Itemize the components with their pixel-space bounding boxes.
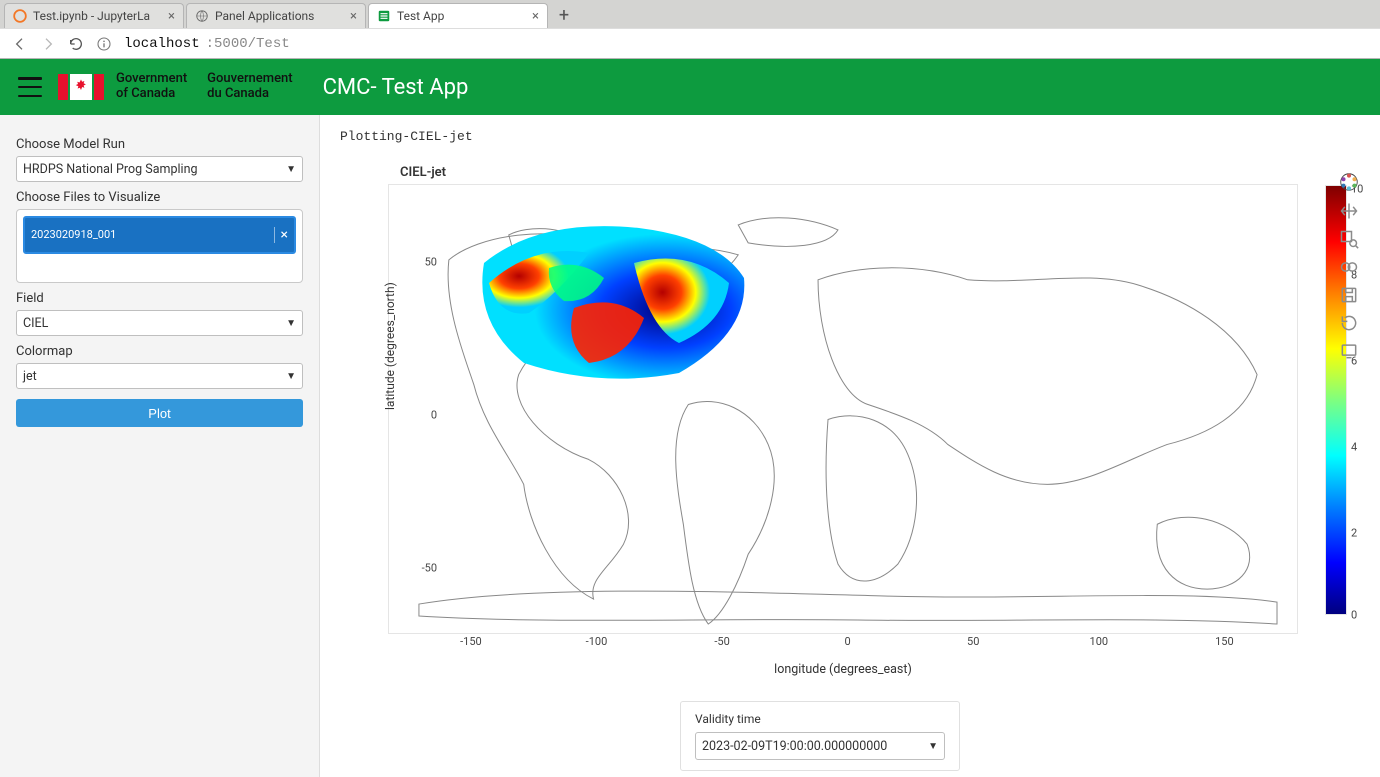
sidebar: Choose Model Run HRDPS National Prog Sam… bbox=[0, 115, 320, 777]
gov-en-line2: of Canada bbox=[116, 87, 187, 102]
browser-chrome: Test.ipynb - JupyterLa × Panel Applicati… bbox=[0, 0, 1380, 59]
main-panel: Plotting-CIEL-jet CIEL-jet 500-50 latitu… bbox=[320, 115, 1380, 777]
browser-tab-testapp[interactable]: Test App × bbox=[368, 3, 548, 28]
reload-icon[interactable] bbox=[68, 36, 84, 52]
browser-tab-jupyter[interactable]: Test.ipynb - JupyterLa × bbox=[4, 3, 184, 28]
validity-select[interactable]: 2023-02-09T19:00:00.000000000 ▼ bbox=[695, 732, 945, 760]
x-axis-label: longitude (degrees_east) bbox=[389, 662, 1297, 677]
app-title: CMC- Test App bbox=[323, 75, 469, 100]
close-icon[interactable]: × bbox=[274, 227, 288, 243]
colormap-value: jet bbox=[23, 369, 37, 384]
x-tick: 0 bbox=[845, 635, 851, 648]
colormap-select[interactable]: jet ▼ bbox=[16, 363, 303, 389]
gov-canada-logo: Government of Canada Gouvernement du Can… bbox=[58, 72, 293, 102]
tab-strip: Test.ipynb - JupyterLa × Panel Applicati… bbox=[0, 0, 1380, 28]
new-tab-button[interactable]: + bbox=[550, 5, 578, 28]
browser-tab-panel[interactable]: Panel Applications × bbox=[186, 3, 366, 28]
file-chip-text: 2023020918_001 bbox=[31, 228, 268, 241]
chevron-down-icon: ▼ bbox=[928, 741, 938, 752]
model-run-label: Choose Model Run bbox=[16, 137, 303, 152]
chart-area[interactable]: 500-50 latitude (degrees_north) bbox=[388, 184, 1298, 634]
bokeh-logo-icon[interactable] bbox=[1338, 171, 1360, 193]
tab-label: Test.ipynb - JupyterLa bbox=[33, 9, 162, 23]
app-icon bbox=[377, 9, 391, 23]
reset-icon[interactable] bbox=[1339, 313, 1359, 333]
colormap-label: Colormap bbox=[16, 344, 303, 359]
validity-time-panel: Validity time 2023-02-09T19:00:00.000000… bbox=[680, 701, 960, 771]
colorbar-tick: 4 bbox=[1351, 441, 1357, 454]
colorbar-tick: 2 bbox=[1351, 527, 1357, 540]
gov-fr-line1: Gouvernement bbox=[207, 72, 292, 87]
jupyter-icon bbox=[13, 9, 27, 23]
x-tick: -100 bbox=[586, 635, 608, 648]
url-path: :5000/Test bbox=[206, 36, 290, 52]
chart-title: CIEL-jet bbox=[400, 165, 1350, 180]
plot-status-text: Plotting-CIEL-jet bbox=[340, 129, 473, 144]
close-icon[interactable]: × bbox=[532, 9, 539, 24]
x-tick: -150 bbox=[460, 635, 482, 648]
close-icon[interactable]: × bbox=[350, 9, 357, 24]
colorbar-tick: 0 bbox=[1351, 609, 1357, 622]
tab-label: Panel Applications bbox=[215, 9, 344, 23]
pan-icon[interactable] bbox=[1339, 201, 1359, 221]
back-icon[interactable] bbox=[12, 36, 28, 52]
model-run-value: HRDPS National Prog Sampling bbox=[23, 162, 198, 177]
x-tick: -50 bbox=[714, 635, 729, 648]
save-icon[interactable] bbox=[1339, 285, 1359, 305]
file-chip[interactable]: 2023020918_001 × bbox=[23, 216, 296, 254]
gov-fr-line2: du Canada bbox=[207, 87, 292, 102]
globe-icon bbox=[195, 9, 209, 23]
field-select[interactable]: CIEL ▼ bbox=[16, 310, 303, 336]
field-value: CIEL bbox=[23, 316, 48, 331]
chevron-down-icon: ▼ bbox=[286, 318, 296, 329]
hover-icon[interactable] bbox=[1339, 341, 1359, 361]
url-host: localhost bbox=[124, 36, 200, 52]
close-icon[interactable]: × bbox=[168, 9, 175, 24]
url-input[interactable]: localhost :5000/Test bbox=[124, 36, 290, 52]
heatmap-overlay bbox=[479, 223, 749, 383]
hamburger-icon[interactable] bbox=[18, 77, 42, 97]
chevron-down-icon: ▼ bbox=[286, 371, 296, 382]
forward-icon[interactable] bbox=[40, 36, 56, 52]
validity-label: Validity time bbox=[695, 712, 945, 726]
canada-flag-icon bbox=[58, 74, 104, 100]
x-tick: 150 bbox=[1215, 635, 1234, 648]
site-info-icon[interactable] bbox=[96, 36, 112, 52]
plot-button[interactable]: Plot bbox=[16, 399, 303, 427]
app-header: Government of Canada Gouvernement du Can… bbox=[0, 59, 1380, 115]
files-label: Choose Files to Visualize bbox=[16, 190, 303, 205]
gov-en-line1: Government bbox=[116, 72, 187, 87]
bokeh-toolbar bbox=[1336, 171, 1362, 361]
validity-value: 2023-02-09T19:00:00.000000000 bbox=[702, 739, 887, 754]
x-tick: 100 bbox=[1090, 635, 1109, 648]
box-zoom-icon[interactable] bbox=[1339, 229, 1359, 249]
wheel-zoom-icon[interactable] bbox=[1339, 257, 1359, 277]
tab-label: Test App bbox=[397, 9, 526, 23]
field-label: Field bbox=[16, 291, 303, 306]
address-bar: localhost :5000/Test bbox=[0, 28, 1380, 58]
chart-container: CIEL-jet 500-50 latitude (degrees_north) bbox=[340, 165, 1350, 634]
x-tick: 50 bbox=[967, 635, 979, 648]
model-run-select[interactable]: HRDPS National Prog Sampling ▼ bbox=[16, 156, 303, 182]
file-multiselect[interactable]: 2023020918_001 × bbox=[16, 209, 303, 283]
x-axis: -150 -100 -50 0 50 100 150 bbox=[389, 635, 1299, 653]
chevron-down-icon: ▼ bbox=[286, 164, 296, 175]
